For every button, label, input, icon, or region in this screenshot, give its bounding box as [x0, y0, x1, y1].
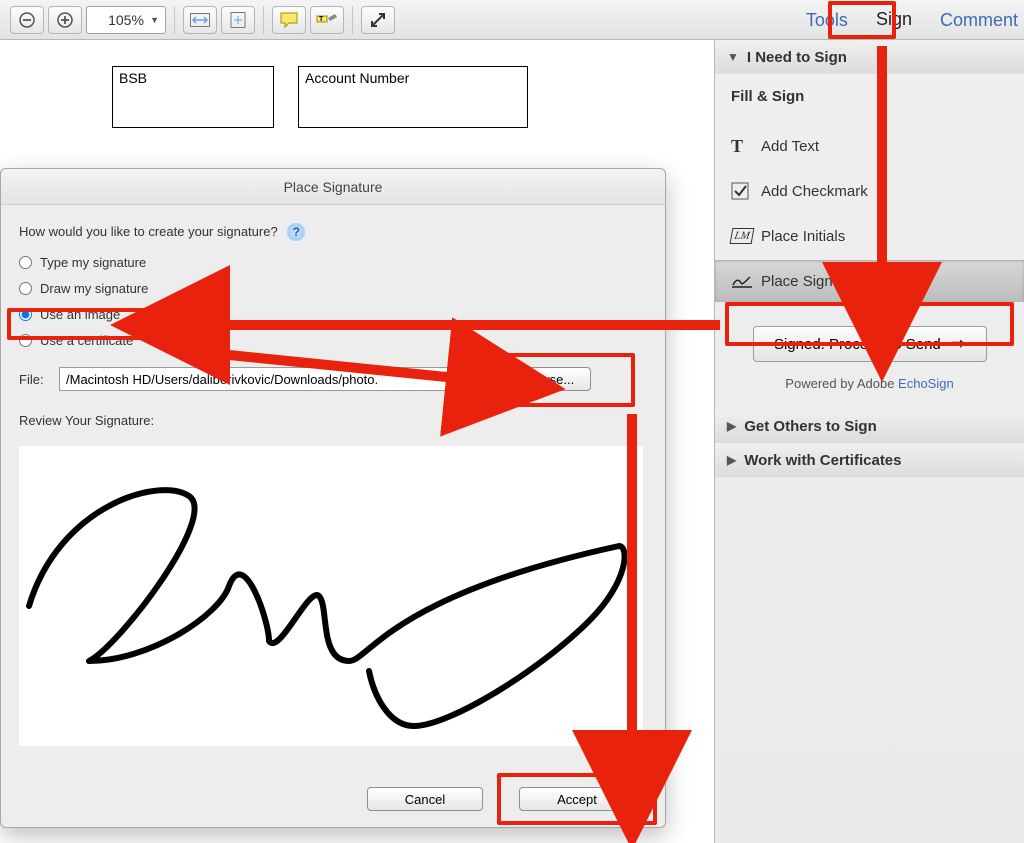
right-tabs: Tools Sign Comment: [806, 0, 1018, 40]
place-signature-label: Place Signature: [761, 273, 867, 290]
highlight-button[interactable]: T: [310, 6, 344, 34]
fit-page-button[interactable]: [221, 6, 255, 34]
radio-use-certificate[interactable]: Use a certificate: [19, 327, 647, 353]
form-field-account[interactable]: Account Number: [298, 66, 528, 128]
fullscreen-icon: [370, 12, 386, 28]
chevron-right-icon: ▶: [727, 419, 736, 433]
radio-draw-signature-label: Draw my signature: [40, 281, 148, 296]
section-get-others-to-sign[interactable]: ▶ Get Others to Sign: [715, 409, 1024, 443]
proceed-to-send-label: Signed. Proceed to Send: [774, 336, 941, 353]
fit-width-icon: [190, 13, 210, 27]
radio-use-image-label: Use an image: [40, 307, 120, 322]
section-i-need-to-sign-label: I Need to Sign: [747, 49, 847, 66]
text-icon: T: [731, 136, 761, 157]
svg-text:T: T: [319, 16, 324, 23]
radio-type-signature-label: Type my signature: [40, 255, 146, 270]
dialog-title: Place Signature: [1, 169, 665, 205]
fit-page-icon: [228, 12, 248, 28]
sticky-note-icon: [280, 12, 298, 28]
zoom-level-field[interactable]: 105% ▼: [86, 6, 166, 34]
zoom-in-button[interactable]: [48, 6, 82, 34]
radio-use-image-input[interactable]: [19, 308, 32, 321]
checkmark-icon: [731, 182, 761, 200]
dialog-prompt: How would you like to create your signat…: [19, 223, 647, 241]
tab-tools[interactable]: Tools: [806, 10, 848, 31]
review-label: Review Your Signature:: [19, 413, 647, 428]
signature-image: [19, 446, 643, 746]
fullscreen-button[interactable]: [361, 6, 395, 34]
add-text-label: Add Text: [761, 138, 819, 155]
place-signature-dialog: Place Signature How would you like to cr…: [0, 168, 666, 828]
plus-icon: [57, 12, 73, 28]
file-row: File: Browse...: [19, 367, 647, 391]
section-work-with-certificates[interactable]: ▶ Work with Certificates: [715, 443, 1024, 477]
zoom-out-button[interactable]: [10, 6, 44, 34]
powered-prefix: Powered by Adobe: [785, 376, 898, 391]
section-i-need-to-sign[interactable]: ▼ I Need to Sign: [715, 40, 1024, 74]
accept-button[interactable]: Accept: [519, 787, 635, 811]
chevron-right-icon: ▶: [727, 453, 736, 467]
tab-sign[interactable]: Sign: [866, 3, 922, 38]
fit-width-button[interactable]: [183, 6, 217, 34]
cancel-button[interactable]: Cancel: [367, 787, 483, 811]
radio-type-signature[interactable]: Type my signature: [19, 249, 647, 275]
place-initials-label: Place Initials: [761, 228, 845, 245]
place-signature-item[interactable]: Place Signature: [715, 260, 1024, 302]
fill-and-sign-subhead: Fill & Sign: [731, 88, 1008, 105]
help-icon[interactable]: ?: [287, 223, 305, 241]
i-need-to-sign-content: Fill & Sign T Add Text Add Checkmark LM …: [715, 74, 1024, 409]
top-toolbar: 105% ▼ T Tools Sign Comment: [0, 0, 1024, 40]
add-checkmark-label: Add Checkmark: [761, 183, 868, 200]
radio-draw-signature[interactable]: Draw my signature: [19, 275, 647, 301]
proceed-to-send-button[interactable]: Signed. Proceed to Send ➡: [753, 326, 987, 362]
browse-wrap: Browse...: [503, 367, 591, 391]
radio-use-certificate-label: Use a certificate: [40, 333, 133, 348]
signature-method-radios: Type my signature Draw my signature Use …: [19, 249, 647, 353]
form-field-bsb-label: BSB: [119, 70, 147, 86]
add-checkmark-item[interactable]: Add Checkmark: [715, 170, 1024, 212]
zoom-level-value: 105%: [108, 12, 144, 28]
radio-use-certificate-input[interactable]: [19, 334, 32, 347]
section-get-others-label: Get Others to Sign: [744, 418, 877, 435]
browse-button[interactable]: Browse...: [503, 367, 591, 391]
file-path-input[interactable]: [59, 367, 489, 391]
add-text-item[interactable]: T Add Text: [715, 125, 1024, 167]
toolbar-separator: [352, 6, 353, 34]
initials-icon: LM: [731, 228, 761, 244]
file-label: File:: [19, 372, 59, 387]
radio-draw-signature-input[interactable]: [19, 282, 32, 295]
form-field-account-label: Account Number: [305, 70, 409, 86]
highlight-icon: T: [316, 12, 338, 28]
chevron-down-icon: ▼: [727, 50, 739, 64]
chevron-down-icon: ▼: [150, 15, 159, 25]
dialog-buttons: Cancel Accept: [1, 787, 665, 811]
sticky-note-button[interactable]: [272, 6, 306, 34]
echosign-link[interactable]: EchoSign: [898, 376, 954, 391]
sign-panel: ▼ I Need to Sign Fill & Sign T Add Text …: [714, 40, 1024, 843]
dialog-prompt-text: How would you like to create your signat…: [19, 224, 278, 239]
signature-preview: [19, 446, 643, 746]
section-certs-label: Work with Certificates: [744, 452, 901, 469]
arrow-right-icon: ➡: [951, 334, 965, 354]
minus-icon: [19, 12, 35, 28]
radio-type-signature-input[interactable]: [19, 256, 32, 269]
tab-comment[interactable]: Comment: [940, 10, 1018, 31]
toolbar-separator: [174, 6, 175, 34]
powered-by: Powered by Adobe EchoSign: [731, 376, 1008, 391]
radio-use-image[interactable]: Use an image: [19, 301, 647, 327]
place-initials-item[interactable]: LM Place Initials: [715, 215, 1024, 257]
form-field-bsb[interactable]: BSB: [112, 66, 274, 128]
toolbar-separator: [263, 6, 264, 34]
signature-icon: [731, 273, 761, 289]
